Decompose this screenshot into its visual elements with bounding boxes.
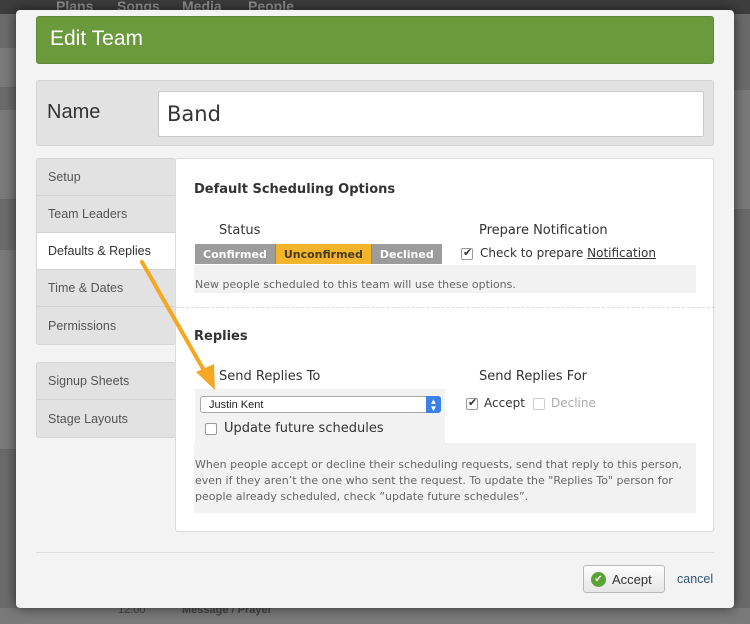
update-future-schedules-checkbox[interactable] — [205, 423, 217, 435]
replies-help-line-2: even if they aren’t the one who sent the… — [195, 474, 673, 487]
sidebar-item-setup[interactable]: Setup — [37, 159, 175, 196]
send-replies-to-select[interactable]: Justin Kent ▲ ▼ — [200, 396, 441, 413]
decline-checkbox[interactable] — [533, 398, 545, 410]
bg-bottom-row: 12:00 Message / Prayer — [0, 604, 750, 624]
sidebar-item-permissions[interactable]: Permissions — [37, 307, 175, 344]
send-replies-to-label: Send Replies To — [219, 369, 321, 384]
accept-label: Accept — [484, 396, 525, 410]
notification-link[interactable]: Notification — [587, 246, 656, 260]
name-label: Name — [47, 101, 101, 123]
modal-title: Edit Team — [50, 27, 143, 50]
sidebar-item-defaults-replies[interactable]: Defaults & Replies — [37, 233, 177, 270]
send-replies-for-label: Send Replies For — [479, 369, 588, 384]
send-replies-to-value: Justin Kent — [209, 398, 264, 411]
prepare-notification-text: Check to prepare Notification — [480, 246, 656, 260]
replies-help-line-1: When people accept or decline their sche… — [195, 458, 683, 471]
status-unconfirmed-button[interactable]: Unconfirmed — [275, 244, 372, 264]
status-declined-button[interactable]: Declined — [371, 244, 442, 264]
team-name-input[interactable]: Band — [158, 91, 704, 137]
name-section: Name Band — [36, 80, 714, 146]
replies-help-line-3: people already scheduled, check “update … — [195, 490, 529, 503]
status-confirmed-button[interactable]: Confirmed — [195, 244, 276, 264]
sidebar-nav-primary: Setup Team Leaders Defaults & Replies Ti… — [36, 158, 177, 345]
update-future-schedules-label: Update future schedules — [224, 421, 384, 436]
bg-left-strip — [0, 48, 16, 88]
accept-checkbox[interactable] — [466, 396, 478, 410]
replies-title: Replies — [194, 329, 248, 344]
bg-right-strip — [734, 90, 750, 210]
edit-team-modal: Edit Team Name Band Setup Team Leaders D… — [16, 10, 734, 608]
prepare-notification-prefix: Check to prepare — [480, 246, 584, 260]
prepare-notification-label: Prepare Notification — [479, 223, 608, 238]
status-label: Status — [219, 223, 261, 238]
prepare-notification-checkbox[interactable] — [461, 246, 473, 260]
status-segmented-control: Confirmed Unconfirmed Declined — [195, 244, 442, 264]
bg-left-strip — [0, 110, 16, 200]
defaults-replies-panel: Default Scheduling Options Status Confir… — [175, 158, 715, 532]
select-arrows-icon: ▲ ▼ — [426, 396, 441, 413]
sidebar-item-time-dates[interactable]: Time & Dates — [37, 270, 175, 307]
status-help-text: New people scheduled to this team will u… — [195, 278, 516, 291]
bg-left-strip — [0, 250, 16, 450]
default-scheduling-title: Default Scheduling Options — [194, 182, 396, 197]
sidebar-item-stage-layouts[interactable]: Stage Layouts — [37, 400, 175, 437]
footer-divider — [36, 552, 714, 553]
sidebar-item-signup-sheets[interactable]: Signup Sheets — [37, 363, 175, 400]
cancel-link[interactable]: cancel — [677, 572, 713, 586]
decline-label: Decline — [551, 396, 596, 410]
modal-header: Edit Team — [36, 16, 714, 64]
accept-button-label: Accept — [612, 571, 652, 587]
sidebar-nav-secondary: Signup Sheets Stage Layouts — [36, 362, 176, 438]
section-divider — [176, 307, 715, 308]
checkmark-icon: ✔ — [591, 571, 606, 587]
accept-button[interactable]: ✔ Accept — [583, 565, 665, 593]
sidebar-item-team-leaders[interactable]: Team Leaders — [37, 196, 175, 233]
